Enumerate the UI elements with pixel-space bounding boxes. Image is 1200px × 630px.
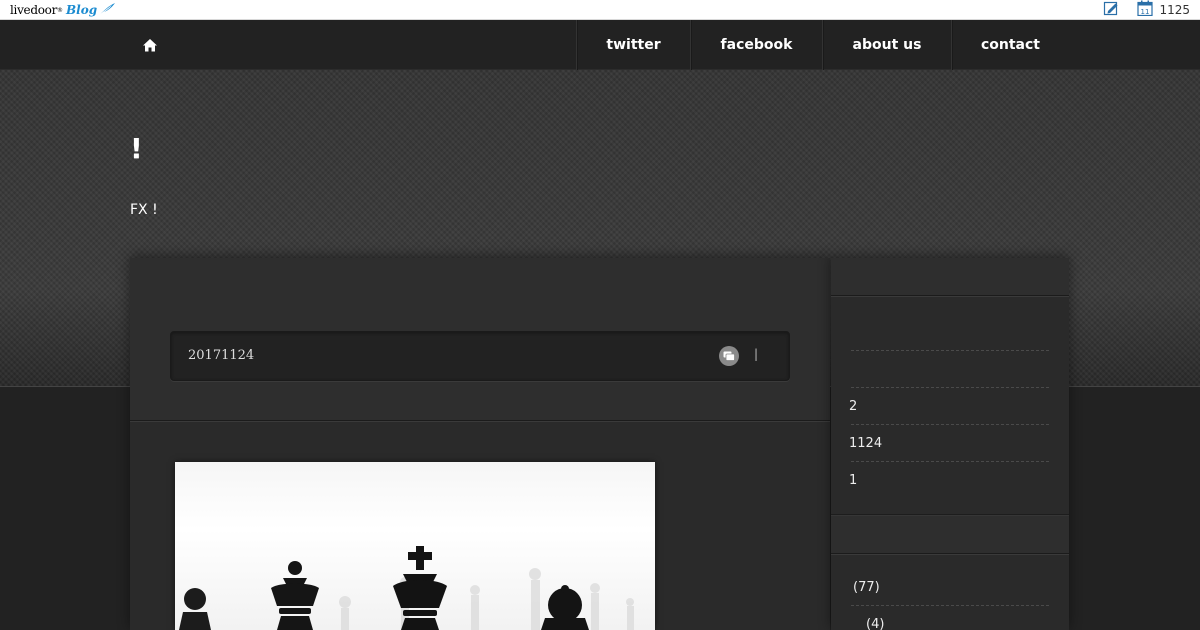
- site-description: FX !: [130, 202, 158, 218]
- calendar-icon[interactable]: 11: [1137, 0, 1154, 20]
- meta-separator: |: [754, 347, 759, 361]
- site-title[interactable]: !: [130, 132, 143, 165]
- livedoor-toolbar: livedoor ® Blog 11 1125: [0, 0, 1200, 20]
- logo-blog: Blog: [66, 3, 98, 17]
- sidebar-category-link[interactable]: (4): [866, 617, 884, 630]
- home-icon[interactable]: [141, 37, 159, 53]
- sidebar-entry-link[interactable]: 2: [849, 399, 857, 414]
- sidebar-divider: [851, 461, 1049, 462]
- livedoor-blog-logo[interactable]: livedoor ® Blog: [10, 2, 116, 18]
- sidebar-widget-separator: [831, 514, 1069, 515]
- sidebar-entry-link[interactable]: 1124: [849, 436, 882, 451]
- logo-trademark: ®: [57, 6, 64, 14]
- feather-icon: [98, 1, 116, 20]
- article-meta: 20171124 |: [170, 331, 790, 381]
- comment-icon[interactable]: [719, 346, 739, 366]
- nav-item-about-us[interactable]: about us: [822, 20, 951, 70]
- nav-item-twitter[interactable]: twitter: [576, 20, 690, 70]
- sidebar-category-link[interactable]: (77): [853, 580, 880, 595]
- topbar-date: 1125: [1159, 3, 1190, 17]
- calendar-day: 11: [1141, 8, 1150, 16]
- article-header: 20171124 |: [130, 258, 830, 421]
- sidebar-divider: [851, 605, 1049, 606]
- article-image: [175, 462, 655, 630]
- global-nav: twitter facebook about us contact: [0, 20, 1200, 70]
- sidebar: 2 1124 1 (77) (4): [831, 258, 1069, 630]
- nav-item-contact[interactable]: contact: [951, 20, 1069, 70]
- sidebar-divider: [851, 387, 1049, 388]
- article: 20171124 |: [130, 258, 830, 630]
- nav-menu: twitter facebook about us contact: [576, 20, 1069, 70]
- sidebar-entry-link[interactable]: 1: [849, 473, 857, 488]
- sidebar-divider: [851, 350, 1049, 351]
- nav-item-facebook[interactable]: facebook: [690, 20, 822, 70]
- sidebar-widget-header: [831, 516, 1069, 554]
- sidebar-divider: [851, 424, 1049, 425]
- edit-icon[interactable]: [1103, 0, 1119, 20]
- sidebar-widget-header: [831, 258, 1069, 296]
- article-date: 20171124: [188, 348, 255, 363]
- logo-brand: livedoor: [10, 3, 58, 17]
